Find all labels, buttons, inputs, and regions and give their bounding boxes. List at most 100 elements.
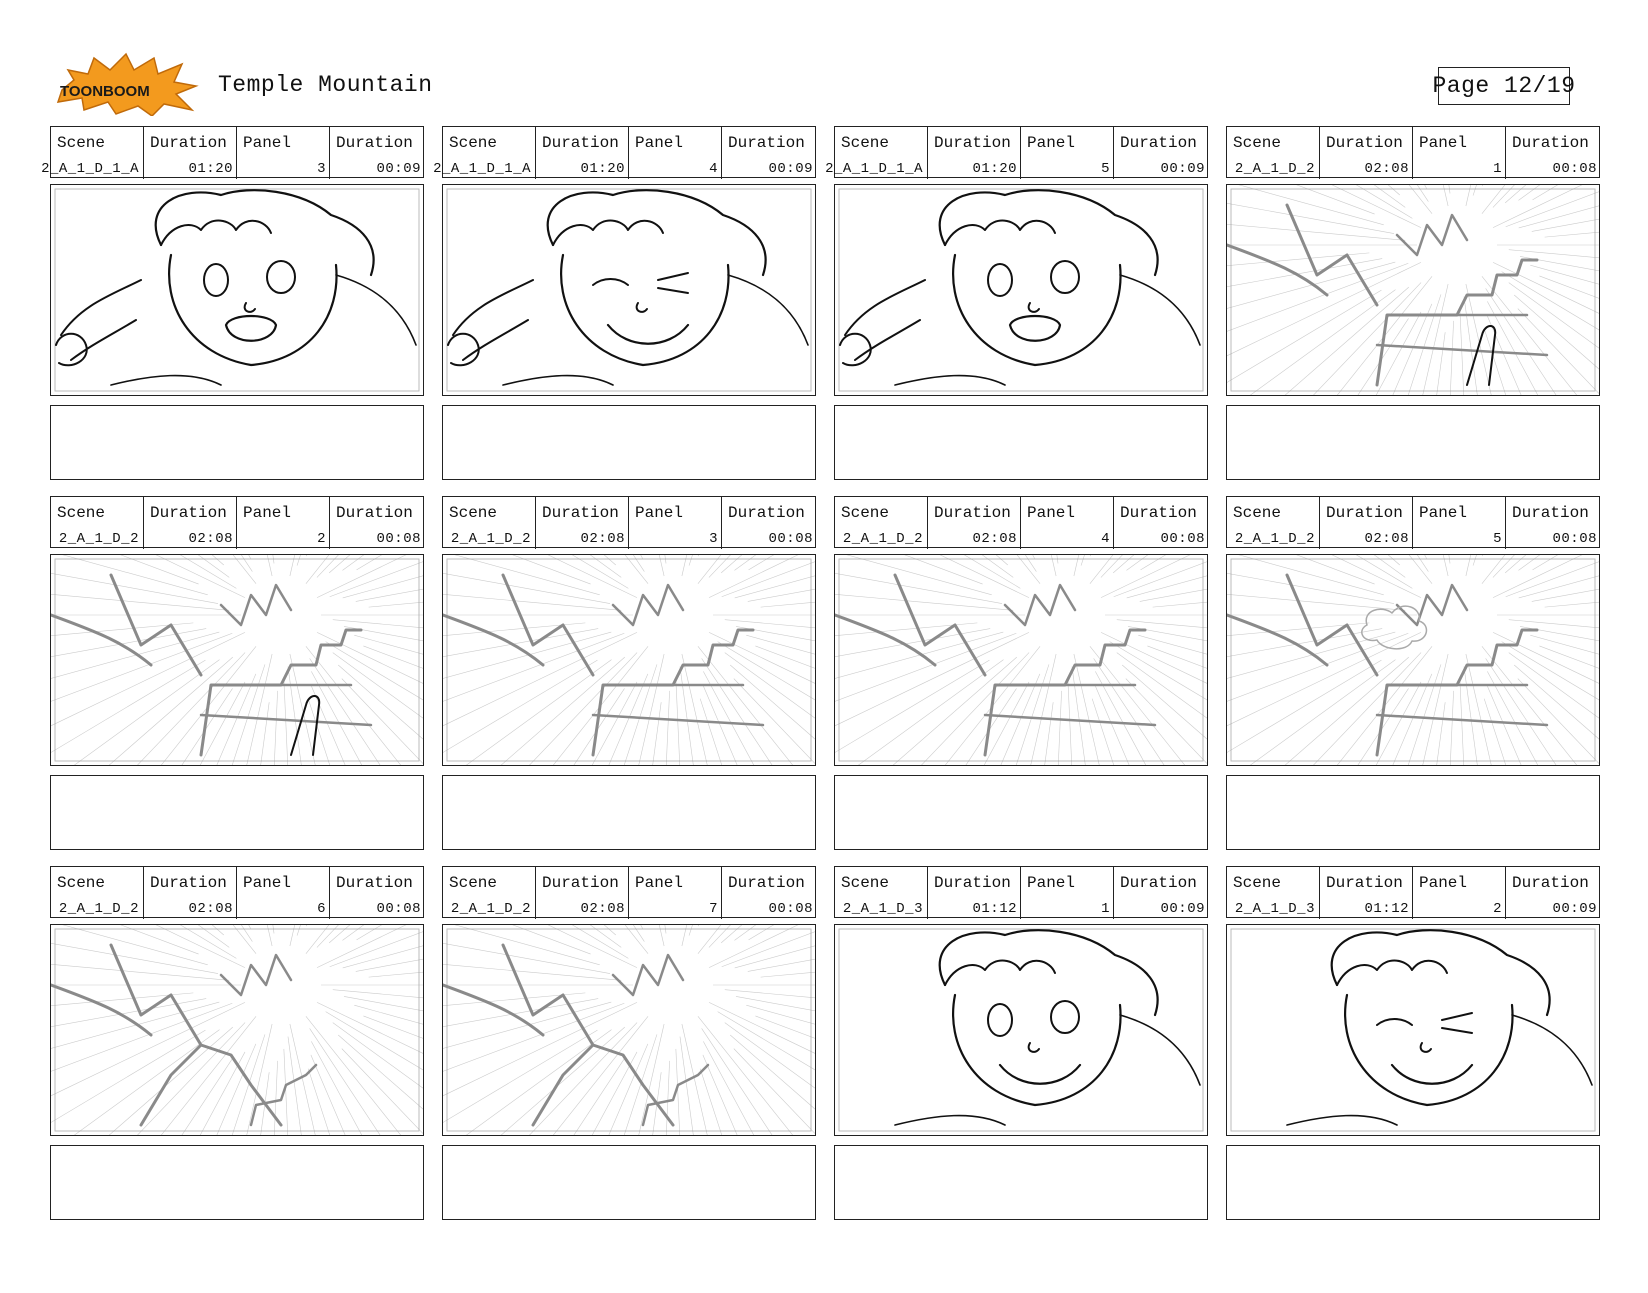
sketch-girl-smiling-face (838, 928, 1204, 1132)
temple-base (983, 683, 1157, 727)
mountain-left (51, 943, 203, 1047)
panel-number-value: 1 (1101, 901, 1110, 917)
panel-label: Panel (1027, 134, 1076, 152)
cliff (139, 1043, 283, 1127)
storyboard-panel-3: Scene Duration Panel Duration 2_A_1_D_1_… (825, 126, 1208, 481)
sketch-temple-mountain (443, 555, 815, 765)
panel-notes-box[interactable] (834, 1145, 1208, 1220)
body-lines (502, 274, 809, 386)
scene-duration-value: 01:20 (580, 161, 625, 177)
scene-value: 2_A_1_D_1_A (433, 161, 531, 177)
hair-line (1330, 929, 1551, 1017)
panel-number-value: 3 (709, 531, 718, 547)
scene-duration-label: Duration (542, 504, 619, 522)
panel-image-frame (834, 554, 1208, 766)
storyboard-panel-1: Scene Duration Panel Duration 2_A_1_D_1_… (41, 126, 424, 481)
scene-value: 2_A_1_D_3 (842, 901, 923, 917)
scene-duration-label: Duration (1326, 134, 1403, 152)
scene-duration-value: 02:08 (188, 901, 233, 917)
panel-duration-label: Duration (336, 504, 413, 522)
mountain-left (1227, 573, 1379, 677)
hair-line (154, 189, 375, 277)
scene-duration-value: 02:08 (580, 901, 625, 917)
hair-line (938, 189, 1159, 277)
eye-left (592, 278, 629, 286)
panel-label: Panel (243, 504, 292, 522)
temple-base (1375, 683, 1549, 727)
panel-notes-box[interactable] (50, 405, 424, 480)
panel-info-header: Scene Duration Panel Duration 2_A_1_D_3 … (1226, 866, 1600, 919)
panel-duration-value: 00:08 (376, 531, 421, 547)
svg-text:TOONBOOM: TOONBOOM (60, 83, 150, 100)
storyboard-panel-2: Scene Duration Panel Duration 2_A_1_D_1_… (433, 126, 816, 481)
sketch-girl-determined-face (446, 188, 812, 392)
panel-info-header: Scene Duration Panel Duration 2_A_1_D_2 … (1226, 126, 1600, 179)
mountain-left (443, 943, 595, 1047)
storyboard-panel-12: Scene Duration Panel Duration 2_A_1_D_3 … (1226, 866, 1600, 1221)
body-lines (1286, 1014, 1593, 1126)
panel-duration-label: Duration (336, 874, 413, 892)
fringe-line (1336, 959, 1448, 986)
face-outline (168, 253, 338, 367)
body-lines (894, 274, 1201, 386)
arm-fist (839, 279, 926, 367)
body-lines (894, 1014, 1201, 1126)
panel-duration-value: 00:08 (1160, 531, 1205, 547)
scene-value: 2_A_1_D_2 (842, 531, 923, 547)
scene-value: 2_A_1_D_2 (58, 531, 139, 547)
eye-right (266, 260, 296, 294)
panel-duration-label: Duration (728, 504, 805, 522)
panel-duration-label: Duration (728, 874, 805, 892)
scene-duration-label: Duration (150, 874, 227, 892)
scene-value: 2_A_1_D_1_A (41, 161, 139, 177)
scene-duration-label: Duration (542, 874, 619, 892)
scene-label: Scene (841, 504, 890, 522)
sketch-girl-running-face (54, 188, 420, 392)
panel-notes-box[interactable] (1226, 405, 1600, 480)
pointing-hand (1466, 325, 1497, 386)
panel-duration-value: 00:08 (768, 531, 813, 547)
mouth-open (1008, 315, 1062, 342)
mountain-left (443, 573, 595, 677)
face-outline (1344, 993, 1514, 1107)
arm-fist (447, 279, 534, 367)
panel-notes-box[interactable] (50, 1145, 424, 1220)
panel-image-frame (834, 184, 1208, 396)
panel-notes-box[interactable] (50, 775, 424, 850)
eye-right (1441, 1012, 1473, 1034)
panel-label: Panel (243, 874, 292, 892)
panel-duration-value: 00:08 (1552, 161, 1597, 177)
panel-number-value: 4 (709, 161, 718, 177)
panel-notes-box[interactable] (442, 775, 816, 850)
panel-info-header: Scene Duration Panel Duration 2_A_1_D_2 … (834, 496, 1208, 549)
panel-duration-label: Duration (1120, 134, 1197, 152)
panel-duration-label: Duration (1512, 134, 1589, 152)
panel-notes-box[interactable] (1226, 775, 1600, 850)
document-title: Temple Mountain (218, 72, 433, 98)
scene-value: 2_A_1_D_2 (450, 901, 531, 917)
panel-number-value: 2 (317, 531, 326, 547)
arm-fist (55, 279, 142, 367)
panel-duration-label: Duration (728, 134, 805, 152)
panel-notes-box[interactable] (834, 775, 1208, 850)
scene-duration-label: Duration (1326, 504, 1403, 522)
panel-notes-box[interactable] (442, 405, 816, 480)
face-outline (952, 253, 1122, 367)
sketch-temple-mountain-pointing (51, 555, 423, 765)
panel-label: Panel (635, 874, 684, 892)
scene-duration-value: 02:08 (972, 531, 1017, 547)
panel-notes-box[interactable] (1226, 1145, 1600, 1220)
scene-duration-value: 02:08 (580, 531, 625, 547)
scene-duration-label: Duration (542, 134, 619, 152)
panel-info-header: Scene Duration Panel Duration 2_A_1_D_1_… (41, 126, 424, 179)
panel-notes-box[interactable] (834, 405, 1208, 480)
panel-image-frame (50, 924, 424, 1136)
hair-line (546, 189, 767, 277)
scene-value: 2_A_1_D_2 (1234, 161, 1315, 177)
scene-label: Scene (449, 504, 498, 522)
panel-info-header: Scene Duration Panel Duration 2_A_1_D_1_… (825, 126, 1208, 179)
panel-info-header: Scene Duration Panel Duration 2_A_1_D_2 … (50, 496, 424, 549)
scene-value: 2_A_1_D_1_A (825, 161, 923, 177)
panel-notes-box[interactable] (442, 1145, 816, 1220)
nose (635, 302, 648, 313)
